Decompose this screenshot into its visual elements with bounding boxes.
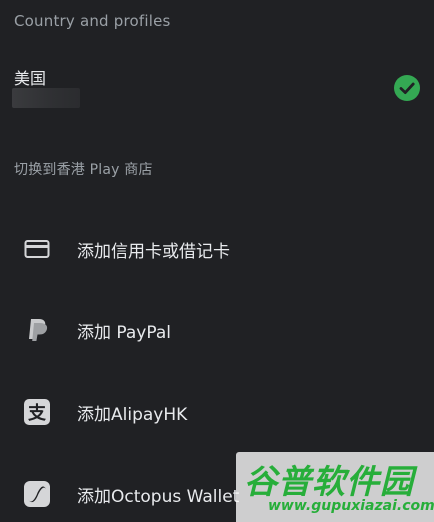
check-circle-icon [394,75,420,101]
svg-text:支: 支 [27,402,47,424]
watermark-title: 谷普软件园 [244,462,414,501]
watermark-url: www.gupuxiazai.com [268,498,434,514]
add-credit-card-button[interactable]: 添加信用卡或借记卡 [0,218,434,278]
country-row-us[interactable]: 美国 [0,54,434,120]
alipay-icon: 支 [24,399,50,425]
add-paypal-button[interactable]: 添加 PayPal [0,299,434,359]
add-credit-card-label: 添加信用卡或借记卡 [77,242,230,262]
paypal-icon [29,319,48,341]
add-alipayhk-button[interactable]: 支 添加AlipayHK [0,381,434,441]
section-title-switch-store: 切换到香港 Play 商店 [14,162,153,178]
add-octopus-wallet-label: 添加Octopus Wallet [77,487,240,507]
add-alipayhk-label: 添加AlipayHK [77,405,188,425]
country-account-redacted [12,88,80,108]
watermark: 谷普软件园 www.gupuxiazai.com [236,452,434,522]
country-name: 美国 [14,69,47,88]
credit-card-icon [24,240,50,258]
add-paypal-label: 添加 PayPal [77,323,171,343]
section-title-country-profiles: Country and profiles [14,12,171,30]
octopus-icon [24,481,50,507]
